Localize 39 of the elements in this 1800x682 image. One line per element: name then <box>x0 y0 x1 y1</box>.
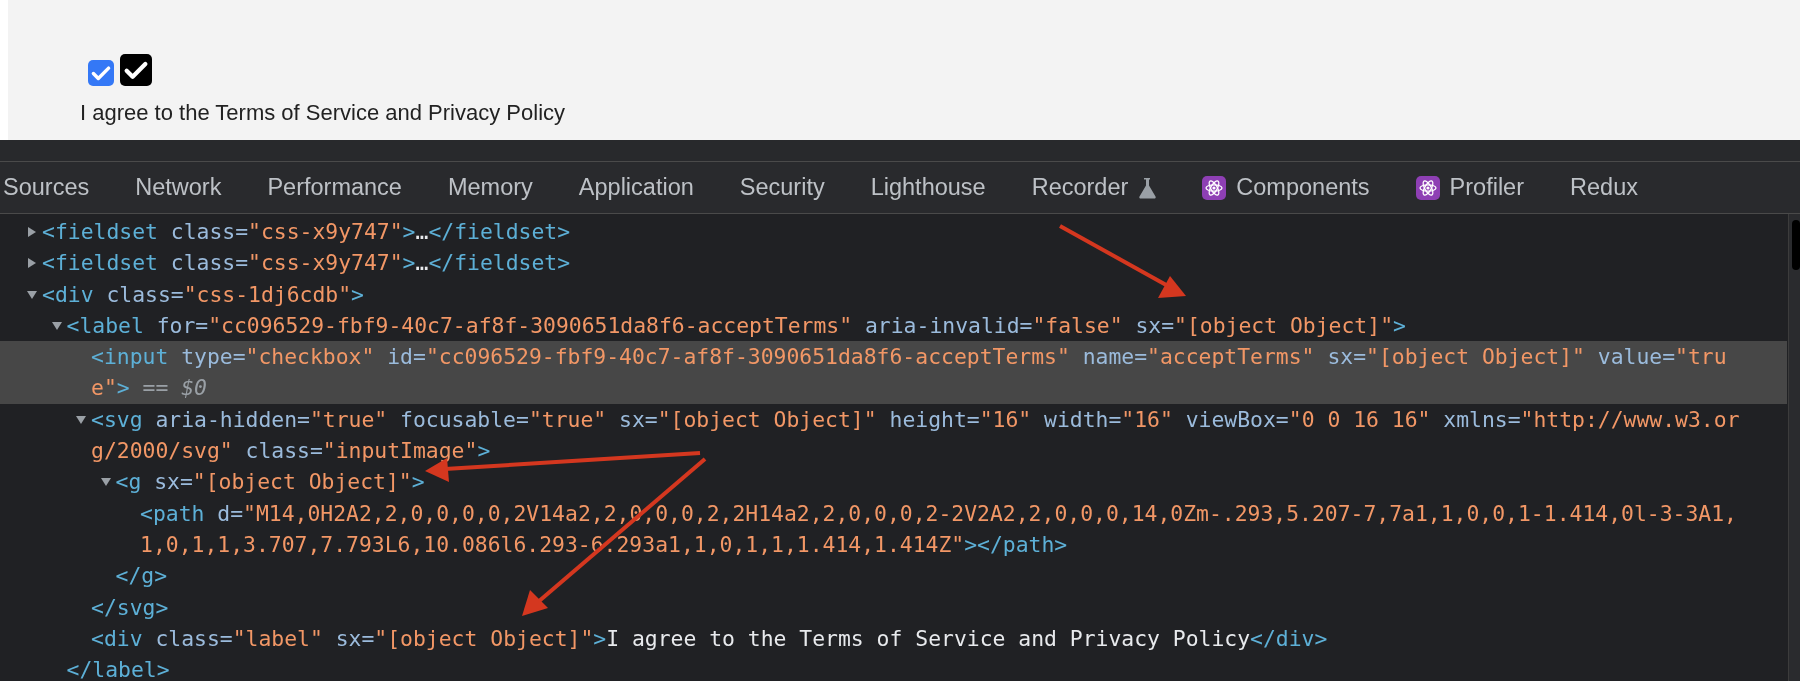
code-line: <g sx="[object Object]"> <box>115 468 425 497</box>
tab[interactable]: Security <box>739 162 825 213</box>
tab[interactable]: Memory <box>447 162 533 213</box>
checkbox[interactable] <box>120 54 152 86</box>
tab[interactable]: Network <box>135 162 222 213</box>
tab[interactable]: Profiler <box>1415 162 1524 213</box>
code-line: </label> <box>66 656 170 682</box>
code-line: e"> == $0 <box>91 374 207 403</box>
tab[interactable]: Redux <box>1570 162 1638 213</box>
collapse-triangle-icon[interactable] <box>75 413 87 426</box>
scrollbar[interactable] <box>1788 214 1800 681</box>
flask-icon <box>1138 176 1157 199</box>
code-line: <svg aria-hidden="true" focusable="true" sx="[object Object]" height="16" width="16" viewBox="0 0 16 16" xmlns="http://www.w3.or <box>91 405 1740 434</box>
tab[interactable]: Lighthouse <box>870 162 986 213</box>
selected-row[interactable]: e"> == $0 <box>0 372 1787 404</box>
tab[interactable]: Components <box>1202 162 1370 213</box>
selected-row[interactable]: <input type="checkbox" id="cc096529-fbf9-40c7-af8f-3090651da8f6-acceptTerms" name="acceptTerms" sx="[object Object]" value="tru <box>0 341 1787 373</box>
code-line: <div class="css-1dj6cdb"> <box>42 280 364 309</box>
collapse-triangle-icon[interactable] <box>26 288 38 301</box>
code-line: </svg> <box>91 593 169 622</box>
tab[interactable]: Sources <box>3 162 90 213</box>
checkbox-label: I agree to the Terms of Service and Privacy Policy <box>80 100 567 126</box>
tab[interactable]: Performance <box>267 162 402 213</box>
expand-triangle-icon[interactable] <box>26 257 38 270</box>
code-line: <div class="label" sx="[object Object]">I agree to the Terms of Service and Privacy Policy</div> <box>91 624 1328 653</box>
code-line: <fieldset class="css-x9y747">…</fieldset> <box>42 218 571 246</box>
atom-icon <box>1415 175 1440 200</box>
atom-icon <box>1202 175 1227 200</box>
checkbox[interactable] <box>88 60 114 86</box>
tab[interactable]: Recorder <box>1031 162 1157 213</box>
code-line: <input type="checkbox" id="cc096529-fbf9-40c7-af8f-3090651da8f6-acceptTerms" name="acceptTerms" sx="[object Object]" value="tru <box>91 343 1727 372</box>
expand-triangle-icon[interactable] <box>26 226 38 238</box>
code-line: <label for="cc096529-fbf9-40c7-af8f-3090651da8f6-acceptTerms" aria-invalid="false" sx="[object Object]"> <box>66 311 1406 340</box>
collapse-triangle-icon[interactable] <box>50 319 63 332</box>
scrollbar-thumb[interactable] <box>1792 220 1800 270</box>
code-line: </g> <box>115 562 167 591</box>
tab[interactable]: Application <box>578 162 694 213</box>
code-line: <fieldset class="css-x9y747">…</fieldset> <box>42 249 571 278</box>
code-line: g/2000/svg" class="inputImage"> <box>91 437 491 466</box>
